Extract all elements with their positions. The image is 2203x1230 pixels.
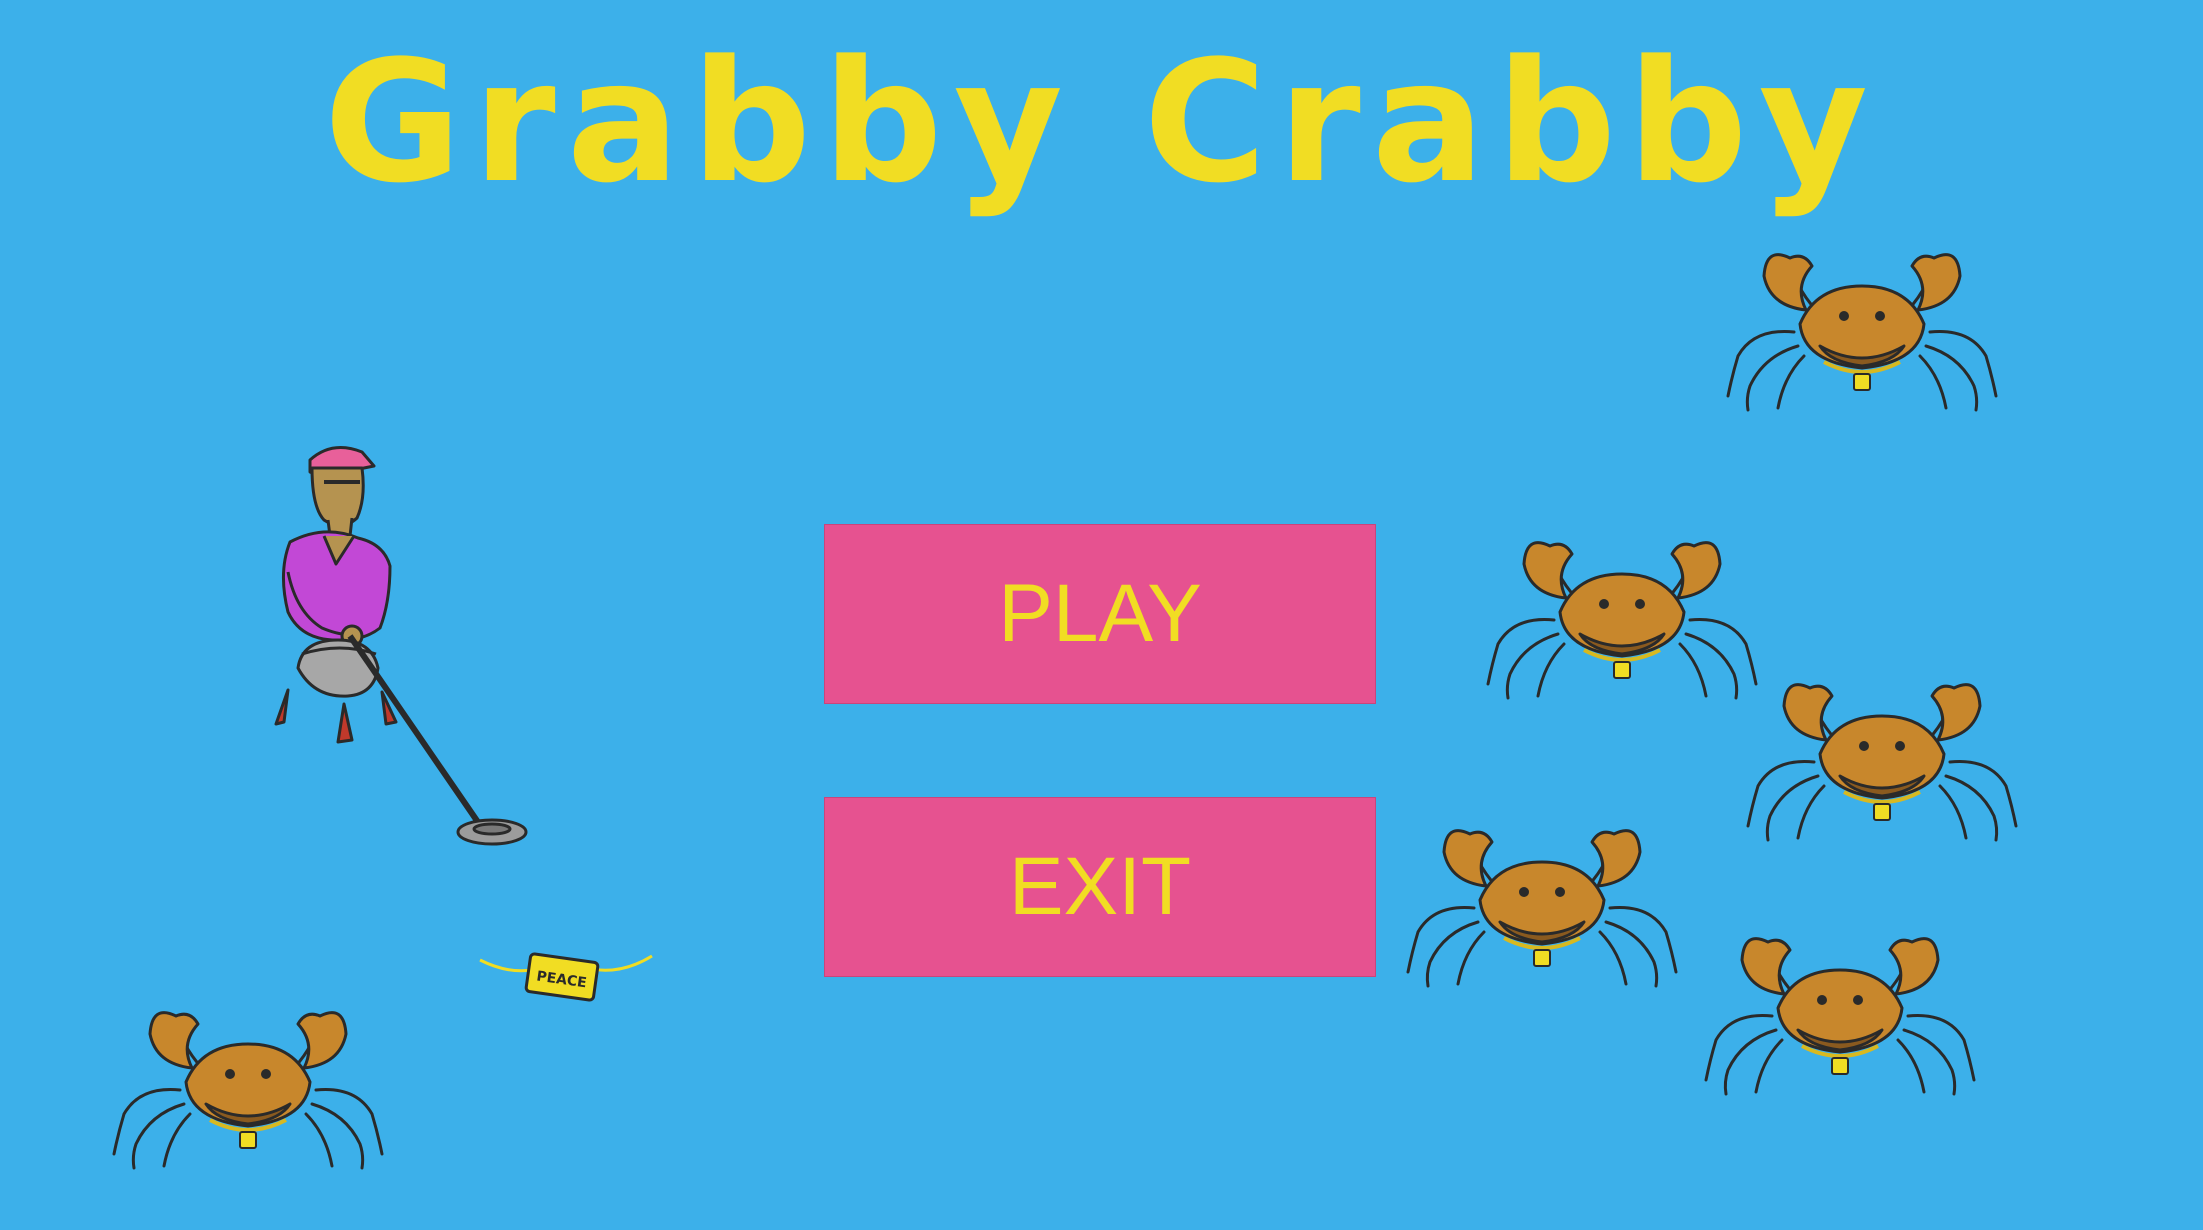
metal-detectorist-player [274,446,528,846]
title-screen: Grabby Crabby PLAY EXIT PEACE [0,0,2203,1230]
peace-necklace: PEACE [479,952,653,1002]
crab-enemy [1406,828,1678,988]
crab-enemy [1746,682,2018,842]
game-title: Grabby Crabby [323,24,1880,220]
exit-button[interactable]: EXIT [824,797,1376,977]
crab-enemy [1704,936,1976,1096]
crab-enemy [112,1010,384,1170]
crab-enemy [1726,252,1998,412]
crab-enemy [1486,540,1758,700]
play-button[interactable]: PLAY [824,524,1376,704]
